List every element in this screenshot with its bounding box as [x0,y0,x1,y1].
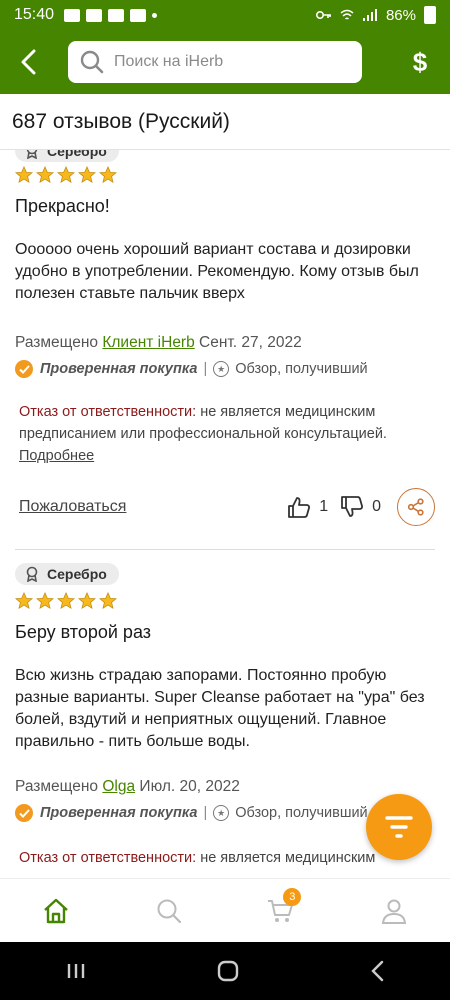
search-icon [80,50,104,74]
nav-search[interactable] [139,886,199,936]
key-icon [315,11,331,19]
review-divider [15,549,435,550]
thumbs-up-icon[interactable] [287,496,311,518]
shield-icon [130,8,147,22]
rating-stars [15,166,117,184]
nav-account[interactable] [364,886,424,936]
review-posted-line: Размещено Клиент iHerb Сент. 27, 2022 [15,334,302,352]
user-icon [381,899,406,924]
thumbs-down-icon[interactable] [340,496,364,518]
star-icon [15,166,33,183]
review-title: Беру второй раз [15,622,152,642]
search-input[interactable] [114,53,334,71]
filter-icon [385,816,413,838]
share-icon [407,498,424,516]
review-meta-row: Проверенная покупка | ★ Обзор, получивши… [15,360,368,378]
star-icon [57,592,75,609]
home-button-icon[interactable] [217,960,239,982]
warning-icon [64,8,81,22]
signal-icon [362,9,377,21]
youtube-icon [86,8,103,22]
star-icon [36,592,54,609]
rank-badge: Серебро [15,150,119,162]
vote-controls: 1 0 [287,488,435,526]
star-icon [78,592,96,609]
award-icon: ★ [213,805,230,821]
review-type-label: Обзор, получивший [235,805,368,821]
review-meta-row: Проверенная покупка | ★ Обзор, получивши… [15,804,368,822]
disclaimer: Отказ от ответственности: не является ме… [19,401,419,467]
filter-sort-button[interactable] [366,794,432,860]
battery-icon [424,6,436,24]
wifi-icon [340,9,354,20]
disclaimer-label: Отказ от ответственности: [19,850,197,866]
status-time: 15:40 [14,6,55,23]
currency-button[interactable]: $ [390,30,450,94]
app-header: $ [0,30,450,94]
more-notifications-icon [152,12,158,18]
back-arrow-icon [21,49,36,75]
star-icon [99,592,117,609]
reviews-list[interactable]: Серебро Прекрасно! Оооооо очень хороший … [0,150,450,878]
system-nav-bar [0,942,450,1000]
search-bar[interactable] [68,41,362,83]
meta-separator: | [203,805,208,821]
star-icon [78,166,96,183]
ribbon-icon [26,150,38,159]
verified-check-icon [15,804,33,822]
dislikes-count: 0 [372,498,381,515]
nav-cart[interactable]: 3 [251,886,311,936]
mail-icon [108,8,125,22]
star-icon [57,166,75,183]
share-button[interactable] [397,488,435,526]
reviews-title-bar: 687 отзывов (Русский) [0,94,450,150]
star-icon [15,592,33,609]
award-icon: ★ [213,361,230,377]
review-text: Оооооо очень хороший вариант состава и д… [15,241,419,302]
cart-count-badge: 3 [283,887,302,906]
nav-home[interactable] [26,886,86,936]
verified-check-icon [15,360,33,378]
home-icon [44,898,69,923]
review-date: Сент. 27, 2022 [199,334,302,351]
review-actions: Пожаловаться 1 0 [19,488,435,526]
verified-purchase-label: Проверенная покупка [40,805,198,821]
rating-stars [15,592,117,610]
rank-badge: Серебро [15,563,119,585]
review-title: Прекрасно! [15,196,110,216]
review-posted-line: Размещено Olga Июл. 20, 2022 [15,778,240,796]
rank-badge-label: Серебро [47,566,107,582]
bottom-nav: 3 [0,878,450,942]
review-type-label: Обзор, получивший [235,361,368,377]
ribbon-icon [26,566,38,582]
verified-purchase-label: Проверенная покупка [40,361,198,377]
posted-prefix: Размещено [15,334,99,351]
report-link[interactable]: Пожаловаться [19,498,126,516]
meta-separator: | [203,361,208,377]
likes-count: 1 [319,498,329,515]
star-icon [36,166,54,183]
search-icon [157,899,181,923]
review-author-link[interactable]: Olga [102,778,135,795]
review-date: Июл. 20, 2022 [139,778,240,795]
disclaimer: Отказ от ответственности: не является ме… [19,847,419,869]
recent-apps-icon[interactable] [66,962,86,980]
review-text: Всю жизнь страдаю запорами. Постоянно пр… [15,667,425,750]
read-more-link[interactable]: Подробнее [19,448,94,464]
posted-prefix: Размещено [15,778,99,795]
battery-percent: 86% [385,6,416,24]
status-bar: 15:40 86% [0,0,450,30]
review-author-link[interactable]: Клиент iHerb [102,334,194,351]
disclaimer-label: Отказ от ответственности: [19,404,197,420]
disclaimer-text: не является медицинским [196,850,376,866]
rank-badge-label: Серебро [47,150,107,159]
page-title: 687 отзывов (Русский) [12,109,230,133]
star-icon [99,166,117,183]
notification-icons [64,8,158,22]
back-nav-icon[interactable] [370,960,384,982]
back-button[interactable] [0,30,56,94]
